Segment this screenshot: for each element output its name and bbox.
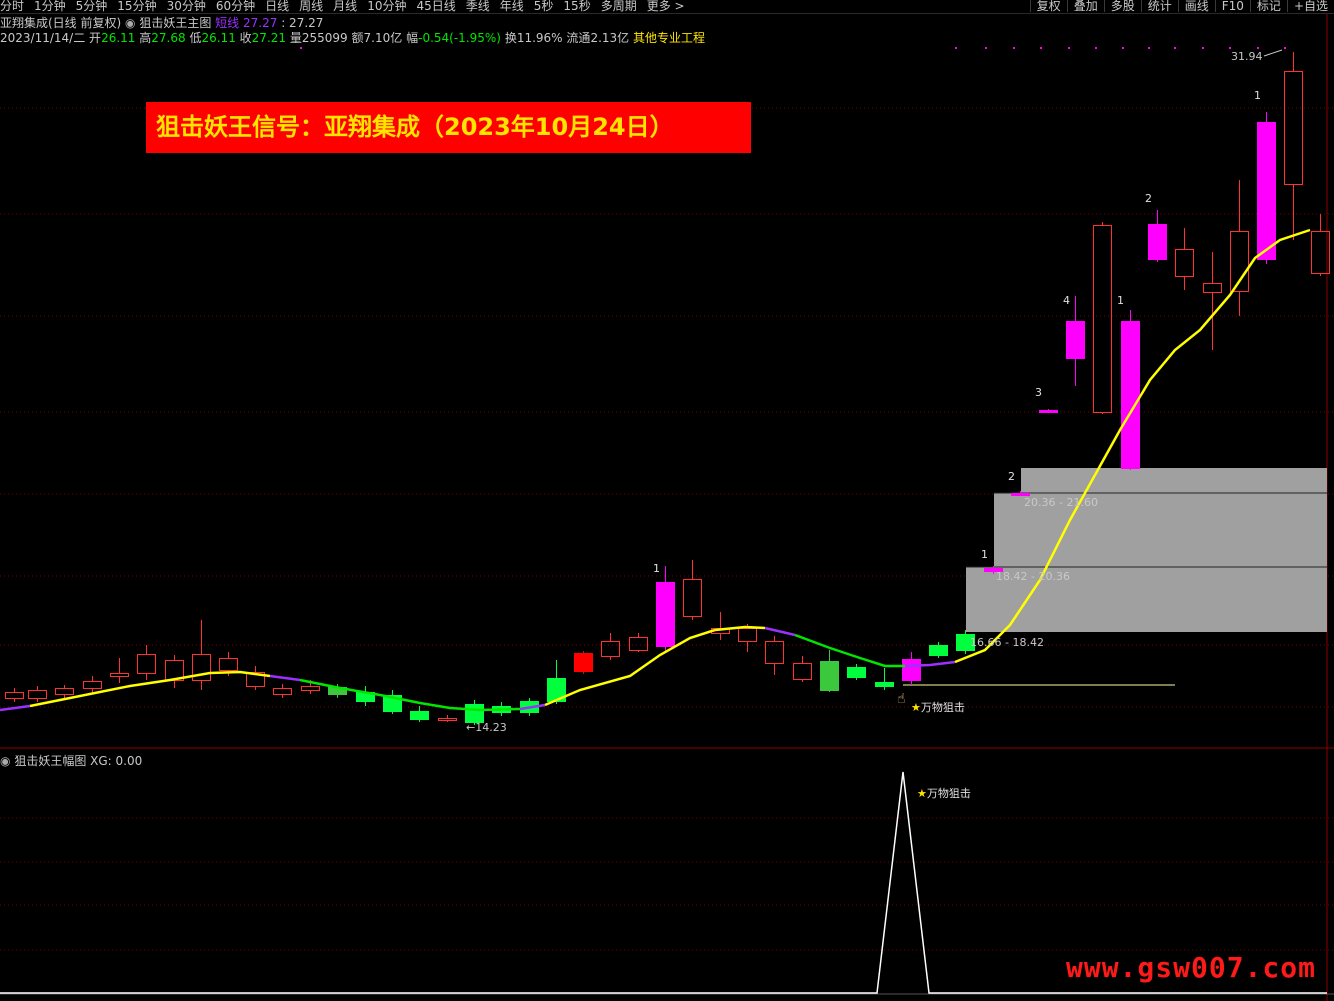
star-icon: ★ (911, 701, 921, 714)
marker-dot (1095, 47, 1097, 49)
candle-body (55, 688, 74, 695)
count-label: 1 (1117, 294, 1124, 307)
candle-body (820, 661, 839, 691)
candle-body (574, 653, 593, 672)
count-label: 4 (1063, 294, 1070, 307)
candle-body (1175, 249, 1194, 277)
marker-dot (1013, 47, 1015, 49)
low-price-label: ←14.23 (466, 721, 507, 734)
candle-body (438, 718, 457, 721)
candle-body (629, 637, 648, 651)
star-icon: ★ (917, 787, 927, 800)
candle-body (1148, 224, 1167, 260)
marker-dot (1122, 47, 1124, 49)
marker-dot (955, 47, 957, 49)
xg-label: XG: (90, 754, 112, 768)
candle-body (1093, 225, 1112, 413)
trend-line (714, 625, 766, 632)
candle-body (847, 667, 866, 678)
marker-dot (1068, 47, 1070, 49)
candle-body (683, 579, 702, 617)
box3-range-label: 20.36 - 21.60 (1024, 496, 1098, 509)
candle-body (137, 654, 156, 674)
high-arrow (1263, 49, 1283, 57)
watermark: www.gsw007.com (1065, 951, 1316, 984)
xg-value: 0.00 (115, 754, 143, 768)
marker-dot (1174, 47, 1176, 49)
candle-body (738, 628, 757, 642)
sub-chart-title[interactable]: 狙击妖王幅图 (14, 754, 86, 768)
sub-signal-text: 万物狙击 (926, 787, 971, 800)
candle-body (273, 688, 292, 695)
marker-dot (1229, 47, 1231, 49)
candle-body (1066, 321, 1085, 359)
candle-body (929, 645, 948, 656)
trend-line (794, 633, 905, 668)
box2-range-label: 18.42 - 20.36 (996, 570, 1070, 583)
candle-body (83, 681, 102, 689)
candle-body (1039, 410, 1058, 413)
box1-range-label: 16.66 - 18.42 (970, 636, 1044, 649)
trend-line (269, 674, 301, 682)
candle-body (28, 690, 47, 699)
candle-body (1121, 321, 1140, 469)
signal-text: 万物狙击 (920, 701, 965, 714)
candle-body (793, 663, 812, 680)
marker-dot (1148, 47, 1150, 49)
low-price-value: 14.23 (475, 721, 507, 734)
candle-body (1257, 122, 1276, 260)
marker-dot (1040, 47, 1042, 49)
high-price-label: 31.94 (1231, 50, 1263, 63)
hand-cursor-icon: ☝ (897, 691, 906, 707)
marker-dot (1202, 47, 1204, 49)
count-label: 1 (981, 548, 988, 561)
candle-body (219, 658, 238, 671)
zone-box (1021, 468, 1327, 493)
candle-body (5, 692, 24, 699)
candle-body (1284, 71, 1303, 185)
candle-body (1203, 283, 1222, 293)
candle-body (875, 682, 894, 687)
candle-body (301, 686, 320, 691)
count-label: 3 (1035, 386, 1042, 399)
candle-body (601, 641, 620, 657)
candle-body (410, 711, 429, 720)
count-label: 2 (1145, 192, 1152, 205)
count-label: 2 (1008, 470, 1015, 483)
marker-dot (1257, 47, 1259, 49)
signal-label: ★万物狙击 (911, 702, 965, 714)
count-label: 1 (1254, 89, 1261, 102)
marker-dot (1284, 47, 1286, 49)
marker-dot (300, 47, 302, 49)
sub-chart-header: ◉ 狙击妖王幅图 XG: 0.00 (0, 754, 142, 768)
sub-indicator-toggle-icon[interactable]: ◉ (0, 754, 10, 768)
candle-body (465, 704, 484, 723)
candle-body (656, 582, 675, 647)
count-label: 1 (653, 562, 660, 575)
marker-dot (985, 47, 987, 49)
trend-line (764, 626, 796, 637)
candle-body (110, 673, 129, 677)
signal-banner: 狙击妖王信号：亚翔集成（2023年10月24日） (146, 102, 751, 153)
sub-signal-label: ★万物狙击 (917, 788, 971, 800)
candle-body (902, 659, 921, 681)
